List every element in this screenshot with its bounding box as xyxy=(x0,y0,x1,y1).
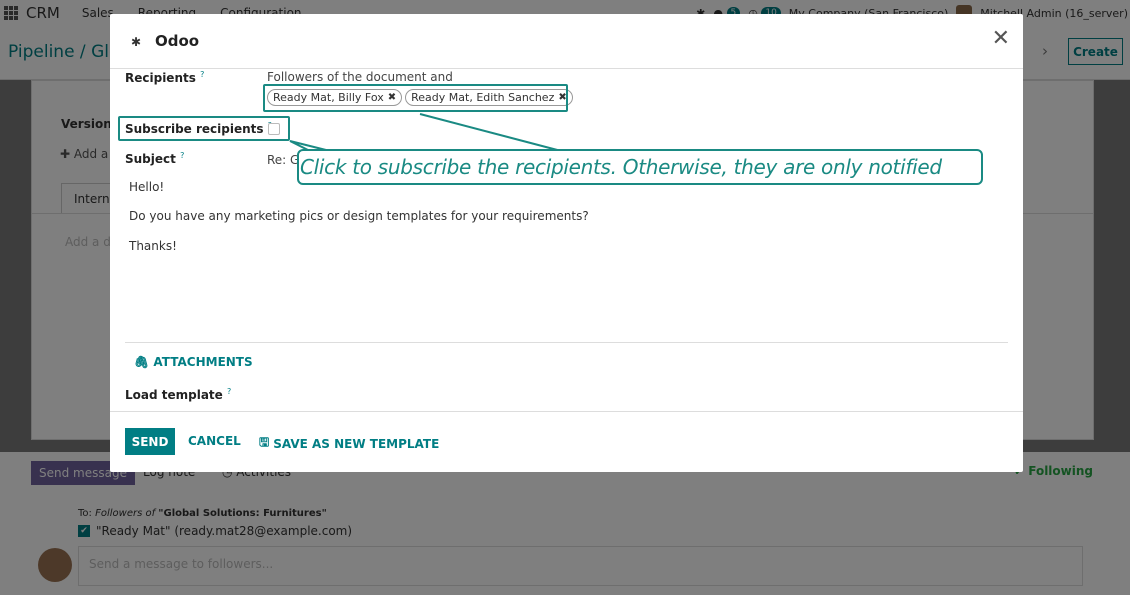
save-as-template-button[interactable]: 🖫 SAVE AS NEW TEMPLATE xyxy=(259,433,439,454)
paperclip-icon: 🖇 xyxy=(134,355,150,369)
subject-input[interactable]: Re: G xyxy=(267,153,299,167)
dialog-title: Odoo xyxy=(155,32,200,50)
recipients-label-text: Recipients xyxy=(125,71,196,85)
subject-label: Subject ? xyxy=(125,151,184,166)
tooltip-text: Click to subscribe the recipients. Other… xyxy=(300,155,942,179)
subject-label-text: Subject xyxy=(125,152,176,166)
dialog-header: ✱ Odoo ✕ xyxy=(110,14,1023,69)
tooltip-callout: Click to subscribe the recipients. Other… xyxy=(297,149,983,185)
help-icon[interactable]: ? xyxy=(180,151,184,160)
load-template-label-text: Load template xyxy=(125,388,223,402)
followers-text: Followers of the document and xyxy=(267,70,453,84)
attachments-button[interactable]: 🖇 ATTACHMENTS xyxy=(134,355,253,369)
send-button[interactable]: SEND xyxy=(125,428,175,455)
body-line[interactable]: Thanks! xyxy=(129,239,177,253)
dialog-footer: SEND CANCEL 🖫 SAVE AS NEW TEMPLATE xyxy=(110,411,1023,472)
body-divider xyxy=(125,342,1008,343)
save-template-label: SAVE AS NEW TEMPLATE xyxy=(273,436,440,451)
body-line[interactable]: Hello! xyxy=(129,180,164,194)
load-template-label: Load template ? xyxy=(125,387,231,402)
compose-dialog: ✱ Odoo ✕ Recipients ? Followers of the d… xyxy=(110,14,1023,472)
odoo-bug-icon: ✱ xyxy=(131,35,142,49)
help-icon[interactable]: ? xyxy=(200,70,204,79)
recipients-label: Recipients ? xyxy=(125,70,204,85)
subscribe-highlight-box xyxy=(118,116,290,141)
body-line[interactable]: Do you have any marketing pics or design… xyxy=(129,209,589,223)
attachments-label: ATTACHMENTS xyxy=(153,355,253,369)
save-icon: 🖫 xyxy=(259,435,270,449)
help-icon[interactable]: ? xyxy=(227,387,231,396)
close-icon[interactable]: ✕ xyxy=(992,28,1010,50)
recipients-highlight-box xyxy=(263,84,568,112)
cancel-button[interactable]: CANCEL xyxy=(188,434,241,448)
